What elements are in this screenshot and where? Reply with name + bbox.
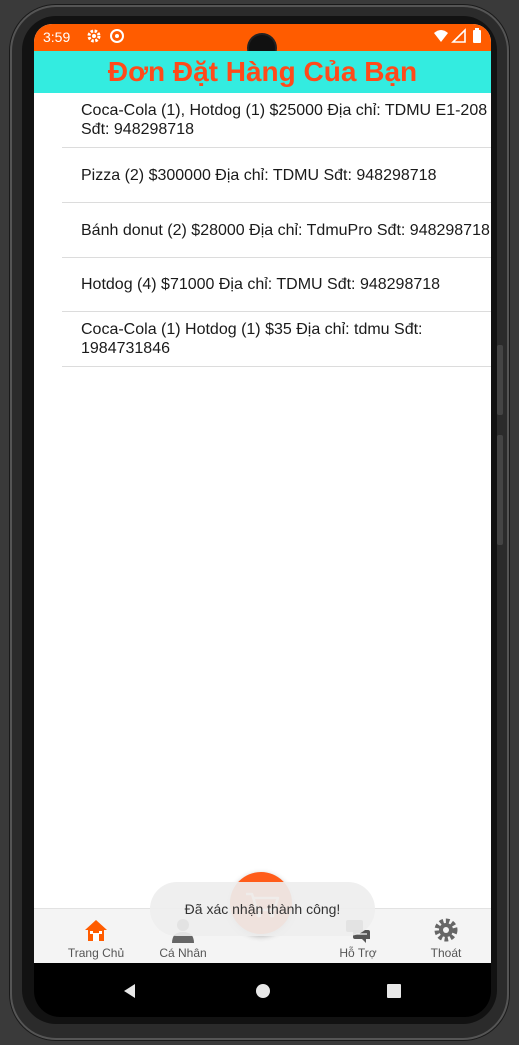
- gear-icon: [434, 918, 458, 942]
- status-time: 3:59: [43, 29, 71, 45]
- nav-support-label: Hỗ Trợ: [339, 946, 377, 960]
- order-list: Coca-Cola (1), Hotdog (1) $25000 Địa chỉ…: [62, 93, 491, 367]
- power-button: [497, 435, 503, 545]
- order-text: Coca-Cola (1), Hotdog (1) $25000 Địa chỉ…: [81, 102, 488, 138]
- order-text: Coca-Cola (1) Hotdog (1) $35 Địa chỉ: td…: [81, 321, 423, 357]
- nav-logout-label: Thoát: [430, 946, 462, 960]
- order-item[interactable]: Hotdog (4) $71000 Địa chỉ: TDMU Sđt: 948…: [62, 258, 491, 312]
- home-circle-icon[interactable]: [254, 982, 272, 1000]
- nav-logout[interactable]: Thoát: [406, 909, 486, 963]
- wifi-icon: [434, 30, 448, 42]
- order-text: Pizza (2) $300000 Địa chỉ: TDMU Sđt: 948…: [81, 166, 437, 184]
- order-item[interactable]: Coca-Cola (1) Hotdog (1) $35 Địa chỉ: td…: [62, 312, 491, 367]
- nav-home[interactable]: Trang Chủ: [56, 909, 136, 963]
- back-icon[interactable]: [121, 982, 139, 1000]
- order-text: Hotdog (4) $71000 Địa chỉ: TDMU Sđt: 948…: [81, 276, 441, 293]
- order-item[interactable]: Coca-Cola (1), Hotdog (1) $25000 Địa chỉ…: [62, 93, 491, 148]
- app-bar: Đơn Đặt Hàng Của Bạn: [34, 51, 491, 93]
- toast-message: Đã xác nhận thành công!: [150, 882, 375, 936]
- page-title: Đơn Đặt Hàng Của Bạn: [107, 56, 418, 87]
- volume-button: [497, 345, 503, 415]
- nav-home-label: Trang Chủ: [67, 946, 125, 960]
- order-text: Bánh donut (2) $28000 Địa chỉ: TdmuPro S…: [81, 221, 490, 239]
- nav-profile-label: Cá Nhân: [159, 946, 207, 960]
- order-item[interactable]: Bánh donut (2) $28000 Địa chỉ: TdmuPro S…: [62, 203, 491, 258]
- system-navigation-bar: [34, 963, 491, 1017]
- recents-icon[interactable]: [385, 982, 403, 1000]
- sync-status-icon: [110, 29, 124, 43]
- settings-status-icon: [87, 29, 101, 43]
- app-screen: 3:59 Đơn Đặt Hàng Của Bạn Coca-Cola (1),…: [34, 24, 491, 963]
- home-icon: [85, 920, 107, 941]
- signal-icon: [451, 28, 466, 43]
- order-item[interactable]: Pizza (2) $300000 Địa chỉ: TDMU Sđt: 948…: [62, 148, 491, 203]
- battery-icon: [473, 28, 481, 43]
